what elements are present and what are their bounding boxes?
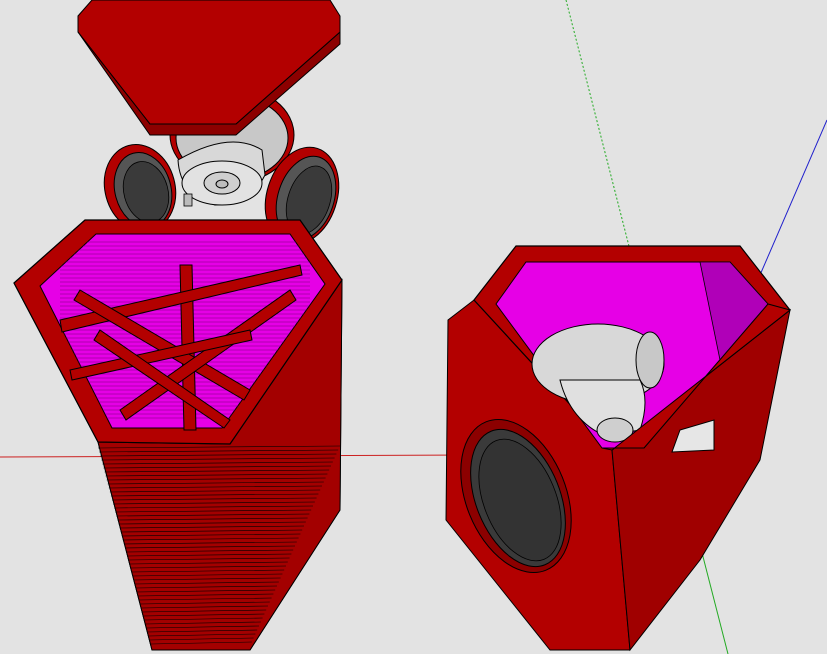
green-axis-line: [565, 0, 631, 251]
modeling-viewport[interactable]: [0, 0, 827, 654]
green-axis-line-lower: [699, 544, 729, 654]
enclosure-right[interactable]: [440, 245, 792, 652]
blue-axis-line: [759, 119, 827, 276]
hexagonal-lid[interactable]: [77, 0, 341, 136]
enclosure-left[interactable]: [13, 219, 343, 651]
3d-scene[interactable]: [0, 0, 827, 654]
